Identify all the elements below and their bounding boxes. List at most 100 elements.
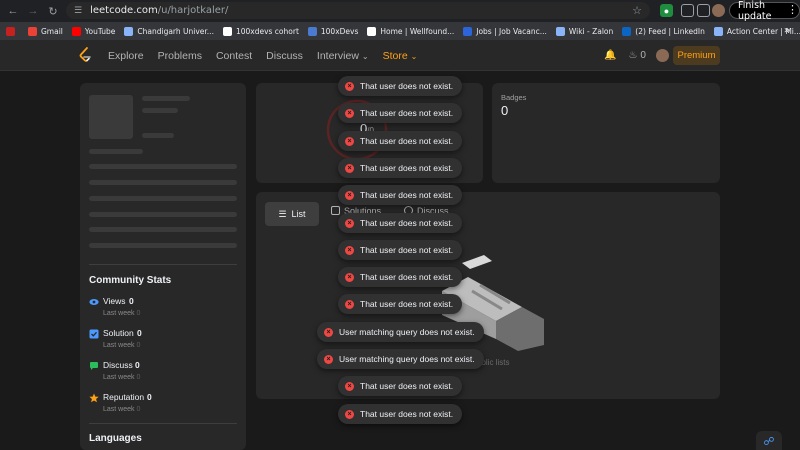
toast-message: That user does not exist. <box>360 108 454 118</box>
error-toast[interactable]: × That user does not exist. <box>338 240 463 260</box>
name-skeleton <box>142 96 190 101</box>
toast-message: User matching query does not exist. <box>339 327 475 337</box>
eye-icon <box>89 299 99 305</box>
error-toast[interactable]: × That user does not exist. <box>338 185 463 205</box>
browser-menu-icon[interactable]: ⋮ <box>787 3 798 16</box>
more-bookmarks-icon[interactable]: » <box>784 25 790 36</box>
tab-list-label: List <box>291 209 306 219</box>
error-toast[interactable]: × That user does not exist. <box>338 213 463 233</box>
error-toast[interactable]: × That user does not exist. <box>338 267 463 287</box>
bookmark-item[interactable]: Jobs | Job Vacanc... <box>463 26 547 36</box>
chevron-down-icon: ⌄ <box>361 51 369 61</box>
badges-count: 0 <box>501 103 509 118</box>
extensions-puzzle-icon[interactable] <box>681 4 694 17</box>
error-icon: × <box>345 299 354 309</box>
error-toast[interactable]: × User matching query does not exist. <box>317 322 484 342</box>
divider <box>89 423 237 424</box>
error-toast[interactable]: × That user does not exist. <box>338 131 463 151</box>
nav-contest[interactable]: Contest <box>216 50 252 62</box>
bookmark-label: Home | Wellfound... <box>380 26 455 36</box>
bookmark-star-icon[interactable]: ☆ <box>632 4 642 17</box>
bookmark-label: 100xDevs <box>320 26 359 36</box>
stat-sub-label: Last week <box>103 406 135 413</box>
toast-message: That user does not exist. <box>360 190 454 200</box>
apps-icon <box>6 26 15 36</box>
bookmarks-bar: Gmail YouTube Chandigarh Univer... 100xdevs… <box>0 22 800 40</box>
leetcode-logo-icon[interactable] <box>78 47 94 63</box>
toast-message: That user does not exist. <box>360 272 454 282</box>
nav-interview[interactable]: Interview ⌄ <box>317 50 369 62</box>
stat-sub-value: 0 <box>136 374 141 381</box>
error-icon: × <box>345 81 354 91</box>
error-icon: × <box>345 190 354 200</box>
nav-problems[interactable]: Problems <box>158 50 202 62</box>
globe-icon <box>124 26 134 36</box>
info-skeleton <box>89 212 237 217</box>
extension-green-icon[interactable]: ● <box>660 4 673 17</box>
nav-discuss[interactable]: Discuss <box>266 50 303 62</box>
bookmark-item[interactable]: Gmail <box>28 26 63 36</box>
address-bar[interactable]: ☰ leetcode.com/u/harjotkaler/ ☆ <box>66 2 650 19</box>
url-path: /u/harjotkaler/ <box>157 5 229 16</box>
error-toast[interactable]: × That user does not exist. <box>338 158 463 178</box>
user-avatar[interactable] <box>656 49 669 62</box>
error-toast[interactable]: × That user does not exist. <box>338 404 463 424</box>
globe-icon <box>713 26 723 36</box>
error-toast[interactable]: × That user does not exist. <box>338 376 463 396</box>
stat-label: Solution <box>103 328 134 338</box>
bookmark-item[interactable]: Wiki - Zalon <box>555 26 613 36</box>
profile-avatar-icon[interactable] <box>712 4 725 17</box>
error-toast[interactable]: × That user does not exist. <box>338 294 463 314</box>
toast-message: That user does not exist. <box>360 299 454 309</box>
reload-icon[interactable]: ↻ <box>46 4 60 18</box>
jobs-icon <box>463 26 473 36</box>
toast-message: That user does not exist. <box>360 218 454 228</box>
tab-list[interactable]: ☰ List <box>265 202 319 226</box>
stat-sub-label: Last week <box>103 374 135 381</box>
chat-bubble-icon <box>90 362 98 370</box>
error-toast[interactable]: × That user does not exist. <box>338 76 463 96</box>
bookmark-label: (2) Feed | LinkedIn <box>635 26 705 36</box>
stat-sub: Last week 0 <box>103 374 140 381</box>
stat-value: 0 <box>129 296 134 306</box>
url-host: leetcode.com <box>90 5 158 16</box>
bookmark-item[interactable]: Home | Wellfound... <box>367 26 455 36</box>
checkbox-icon <box>331 206 340 215</box>
bookmark-item[interactable]: Chandigarh Univer... <box>124 26 214 36</box>
bookmark-item[interactable]: 100xDevs <box>307 26 359 36</box>
bookmark-item[interactable]: (2) Feed | LinkedIn <box>622 26 705 36</box>
stat-sub: Last week 0 <box>103 342 140 349</box>
forward-arrow-icon[interactable]: → <box>26 4 40 18</box>
error-toast[interactable]: × User matching query does not exist. <box>317 349 484 369</box>
fire-streak-icon[interactable]: ♨ <box>628 50 637 61</box>
split-view-icon[interactable] <box>697 4 710 17</box>
checkbox-icon <box>89 329 99 339</box>
toast-message: That user does not exist. <box>360 409 454 419</box>
error-icon: × <box>345 218 354 228</box>
stat-label: Views <box>103 296 126 306</box>
bookmark-item[interactable]: 100xdevs cohort <box>222 26 299 36</box>
stat-value: 0 <box>135 360 140 370</box>
notification-bell-icon[interactable]: 🔔 <box>604 50 616 61</box>
nav-store[interactable]: Store ⌄ <box>383 50 418 62</box>
error-icon: × <box>345 163 354 173</box>
rank-skeleton <box>142 133 174 138</box>
list-icon: ☰ <box>278 208 287 219</box>
divider <box>89 264 237 265</box>
bookmark-item[interactable]: YouTube <box>71 26 115 36</box>
languages-title: Languages <box>89 433 142 444</box>
error-icon: × <box>345 136 354 146</box>
avatar-skeleton <box>89 95 133 139</box>
nav-explore[interactable]: Explore <box>108 50 144 62</box>
premium-button[interactable]: Premium <box>673 46 720 65</box>
feedback-chat-button[interactable]: ☍ <box>756 431 782 450</box>
error-icon: × <box>345 381 354 391</box>
back-arrow-icon[interactable]: ← <box>6 4 20 18</box>
fire-count: 0 <box>640 50 646 61</box>
info-skeleton <box>89 243 237 248</box>
bookmark-apps[interactable] <box>6 26 19 36</box>
error-toast[interactable]: × That user does not exist. <box>338 103 463 123</box>
site-info-icon[interactable]: ☰ <box>74 6 82 16</box>
stat-label: Discuss <box>103 360 133 370</box>
toast-message: User matching query does not exist. <box>339 354 475 364</box>
